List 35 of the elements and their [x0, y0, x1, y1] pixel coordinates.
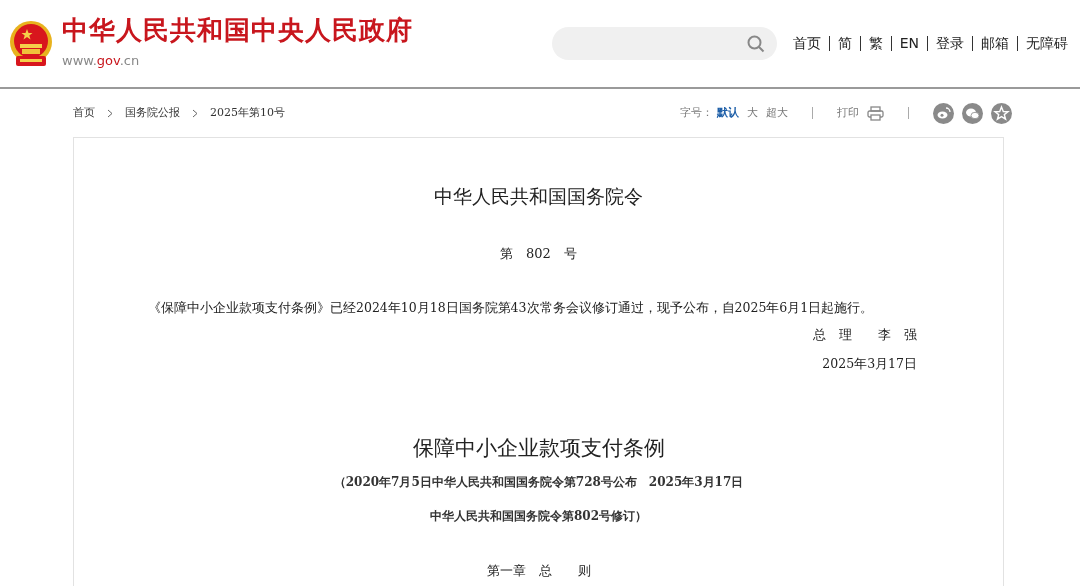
- star-icon[interactable]: [991, 102, 1012, 124]
- regulation-title: 保障中小企业款项支付条例: [411, 435, 666, 463]
- font-size-label: 字号：: [680, 104, 713, 121]
- emblem-logo: [8, 19, 54, 68]
- signature: 总 理 李 强: [812, 325, 918, 344]
- decree-title: 中华人民共和国国务院令: [433, 184, 644, 209]
- site-title: 中华人民共和国中央人民政府: [62, 16, 413, 43]
- print-icon[interactable]: [867, 105, 884, 121]
- breadcrumb-link[interactable]: 2025年第10号: [210, 104, 285, 122]
- subtitle-line: （2020年7月5日中华人民共和国国务院令第728号公布 2025年3月17日: [333, 473, 744, 491]
- chevron-icon: [192, 108, 198, 118]
- nav-link[interactable]: 繁: [868, 33, 883, 54]
- decree-text: 《保障中小企业款项支付条例》已经2024年10月18日国务院第43次常务会议修订通过，现予公布，自2025年6月1日起施行。: [147, 299, 875, 317]
- chapter-heading: 第一章 总 则: [485, 561, 592, 580]
- font-size-option[interactable]: 大: [747, 104, 758, 122]
- site-url[interactable]: www.gov.cn: [62, 50, 413, 71]
- search-field[interactable]: [551, 27, 777, 60]
- nav-link[interactable]: EN: [899, 33, 919, 54]
- share-icon[interactable]: [933, 102, 954, 124]
- breadcrumb-link[interactable]: 国务院公报: [125, 104, 180, 122]
- nav-link[interactable]: 简: [837, 33, 852, 54]
- nav-link[interactable]: 邮箱: [981, 33, 1009, 54]
- nav-link[interactable]: 无障碍: [1026, 33, 1068, 54]
- font-size-option[interactable]: 超大: [766, 104, 788, 122]
- nav-link[interactable]: 首页: [792, 33, 821, 54]
- chevron-icon: [107, 108, 113, 118]
- search-icon[interactable]: [746, 35, 765, 53]
- print-link[interactable]: 打印: [837, 104, 859, 122]
- font-size-option[interactable]: 默认: [717, 104, 739, 122]
- nav-link[interactable]: 登录: [936, 33, 964, 54]
- decree-number: 第 802 号: [499, 244, 578, 263]
- breadcrumb-link[interactable]: 首页: [73, 104, 95, 122]
- subtitle-line: 中华人民共和国国务院令第802号修订）: [429, 507, 648, 525]
- decree-date: 2025年3月17日: [821, 354, 918, 373]
- chat-icon[interactable]: [962, 102, 983, 124]
